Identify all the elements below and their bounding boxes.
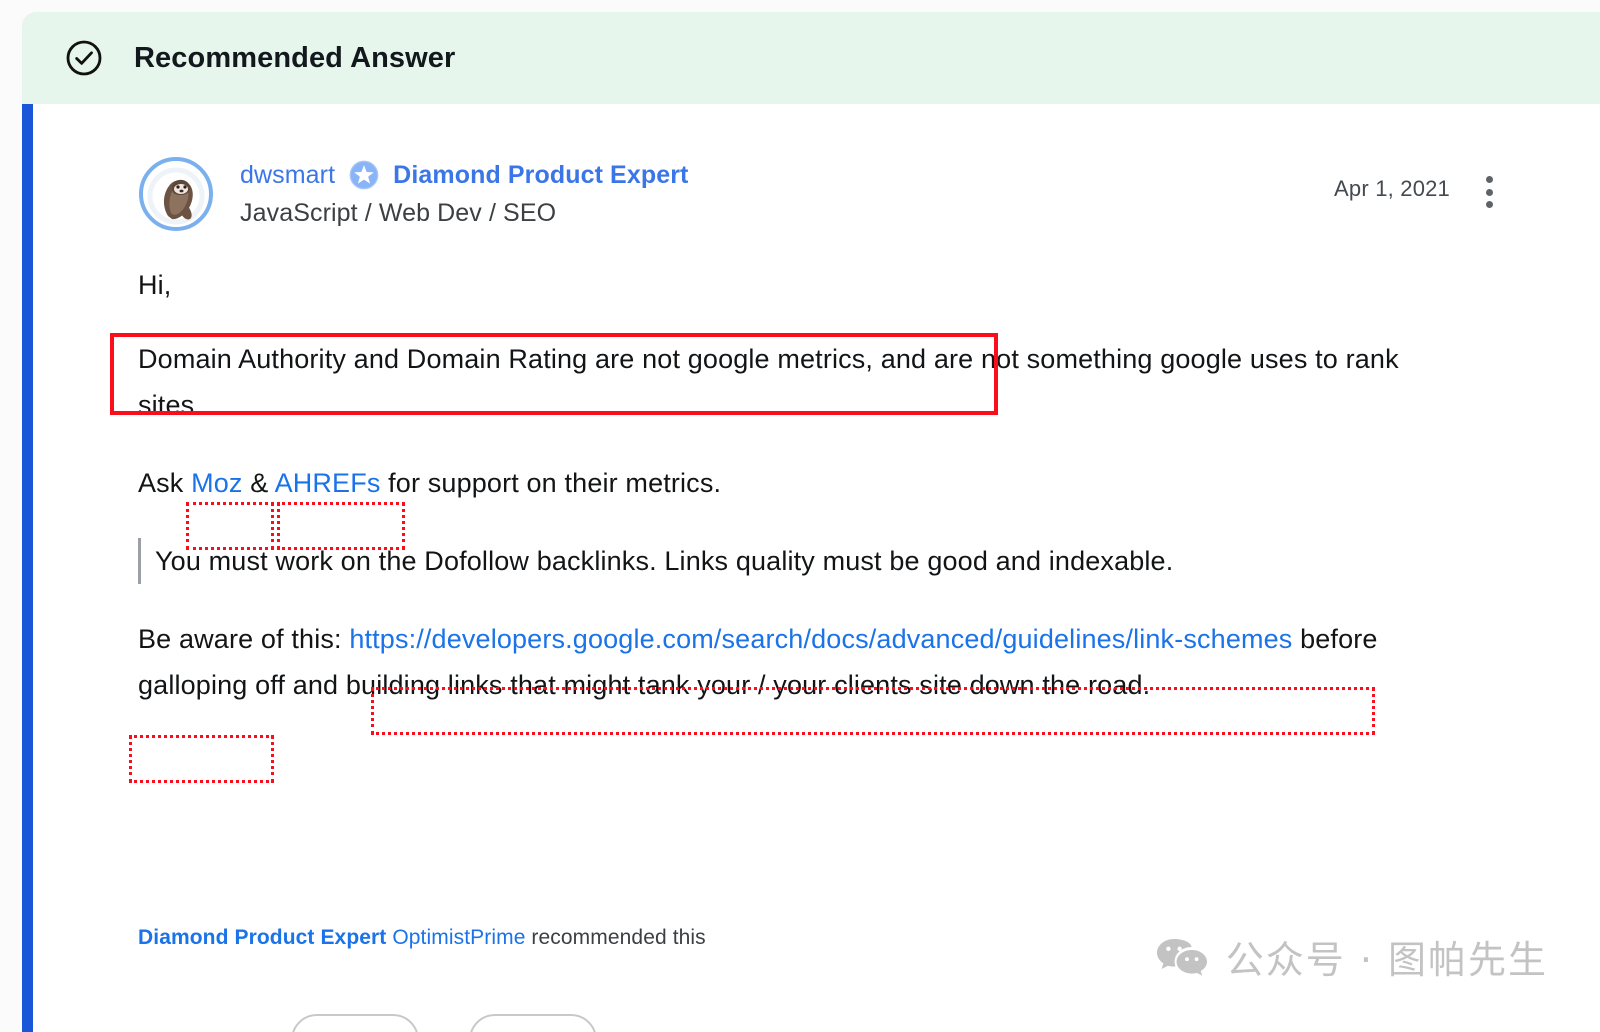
check-circle-icon <box>66 40 102 76</box>
moz-link[interactable]: Moz <box>191 468 242 498</box>
otter-avatar <box>139 157 213 231</box>
page-title: Recommended Answer <box>134 41 456 74</box>
ampersand-separator: & <box>242 468 275 498</box>
author-name[interactable]: dwsmart <box>240 161 335 190</box>
paragraph-link-schemes: Be aware of this: https://developers.goo… <box>138 616 1458 708</box>
avatar[interactable] <box>138 156 214 232</box>
ask-prefix: Ask <box>138 468 192 498</box>
link-schemes-url[interactable]: https://developers.google.com/search/doc… <box>349 624 1292 654</box>
blockquote-dofollow: You must work on the Dofollow backlinks.… <box>138 538 1458 584</box>
watermark: 公众号 · 图帕先生 <box>1156 929 1548 984</box>
recommender-name[interactable]: OptimistPrime <box>392 926 525 949</box>
recommended-answer-header: Recommended Answer <box>22 12 1600 104</box>
blockquote-text: You must work on the Dofollow backlinks.… <box>155 546 1174 576</box>
answer-action-button-secondary[interactable] <box>469 1014 597 1032</box>
greeting-text: Hi, <box>138 270 172 300</box>
answer-body: Hi, Domain Authority and Domain Rating a… <box>138 262 1458 740</box>
wechat-icon <box>1156 938 1207 976</box>
author-meta: dwsmart Diamond Product Expert JavaScrip… <box>240 156 688 228</box>
recommended-this-text: recommended this <box>525 926 706 949</box>
answer-accent-bar <box>22 104 33 1032</box>
ahrefs-link[interactable]: AHREFs <box>275 468 381 498</box>
be-aware-prefix: Be aware of this: <box>138 624 350 654</box>
recommendation-footer: Diamond Product Expert OptimistPrime rec… <box>138 926 706 950</box>
post-date: Apr 1, 2021 <box>1334 176 1450 201</box>
expert-badge-label[interactable]: Diamond Product Expert <box>393 161 688 190</box>
domain-authority-claim: Domain Authority and Domain Rating are n… <box>138 344 874 374</box>
greeting-paragraph: Hi, <box>138 262 1458 308</box>
answer-card: dwsmart Diamond Product Expert JavaScrip… <box>33 104 1600 1032</box>
watermark-text: 公众号 · 图帕先生 <box>1225 938 1548 982</box>
recommended-answer-page: Recommended Answer dwsmart Diamond Produ… <box>0 0 1600 1032</box>
paragraph-ask-metrics: Ask Moz & AHREFs for support on their me… <box>138 460 1458 506</box>
answer-action-button-primary[interactable] <box>291 1014 419 1032</box>
recommender-badge-label[interactable]: Diamond Product Expert <box>138 926 386 949</box>
more-vertical-icon[interactable] <box>1476 172 1502 212</box>
paragraph-domain-authority: Domain Authority and Domain Rating are n… <box>138 336 1458 428</box>
diamond-expert-star-icon <box>349 160 379 190</box>
author-subtitle: JavaScript / Web Dev / SEO <box>240 199 557 227</box>
author-identity-line: dwsmart Diamond Product Expert <box>240 160 688 190</box>
ask-suffix: for support on their metrics. <box>380 468 722 498</box>
